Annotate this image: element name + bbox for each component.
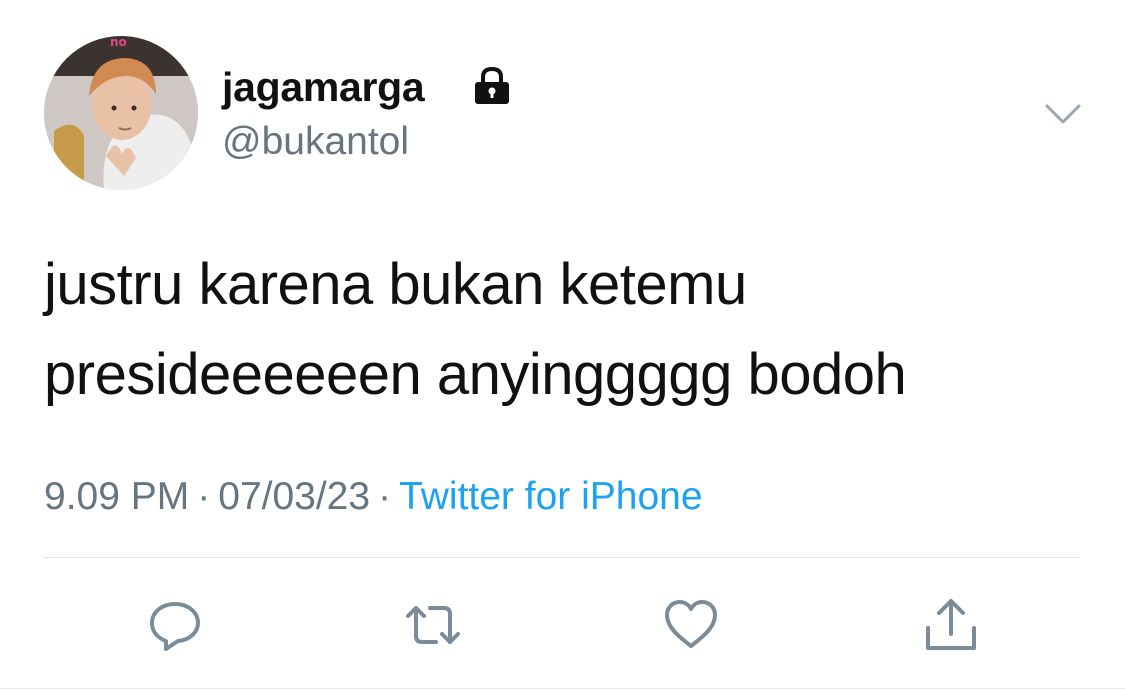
profile-photo-icon: no bbox=[44, 36, 198, 190]
lock-icon bbox=[475, 66, 509, 104]
tweet-text-line: justru karena bukan ketemu bbox=[44, 252, 747, 317]
divider bbox=[44, 557, 1080, 558]
retweet-button[interactable] bbox=[404, 596, 462, 654]
tweet-text-line: presideeeeeen anyinggggg bodoh bbox=[44, 342, 907, 407]
svg-text:no: no bbox=[110, 36, 127, 49]
tweet-text: justru karena bukan ketemu presideeeeeen… bbox=[44, 240, 1084, 420]
author-handle[interactable]: @bukantol bbox=[222, 118, 409, 166]
reply-button[interactable] bbox=[146, 596, 204, 654]
meta-separator: · bbox=[378, 475, 392, 518]
tweet-time: 9.09 PM bbox=[44, 475, 190, 518]
tweet-date: 07/03/23 bbox=[218, 475, 371, 518]
tweet-card: no jagamarga @bukantol justru karena buk… bbox=[0, 0, 1125, 691]
tweet-source-link[interactable]: Twitter for iPhone bbox=[399, 475, 702, 518]
author-display-name[interactable]: jagamarga bbox=[222, 62, 425, 112]
reply-icon bbox=[150, 602, 200, 651]
bottom-divider bbox=[0, 688, 1125, 689]
author-avatar[interactable]: no bbox=[44, 36, 198, 190]
meta-separator: · bbox=[197, 475, 211, 518]
retweet-icon bbox=[406, 606, 460, 644]
share-button[interactable] bbox=[922, 596, 980, 654]
share-icon bbox=[926, 599, 976, 650]
tweet-metadata: 9.09 PM · 07/03/23 · Twitter for iPhone bbox=[44, 472, 703, 522]
like-button[interactable] bbox=[662, 596, 720, 654]
heart-icon bbox=[665, 600, 717, 648]
chevron-down-icon[interactable] bbox=[1044, 100, 1082, 128]
